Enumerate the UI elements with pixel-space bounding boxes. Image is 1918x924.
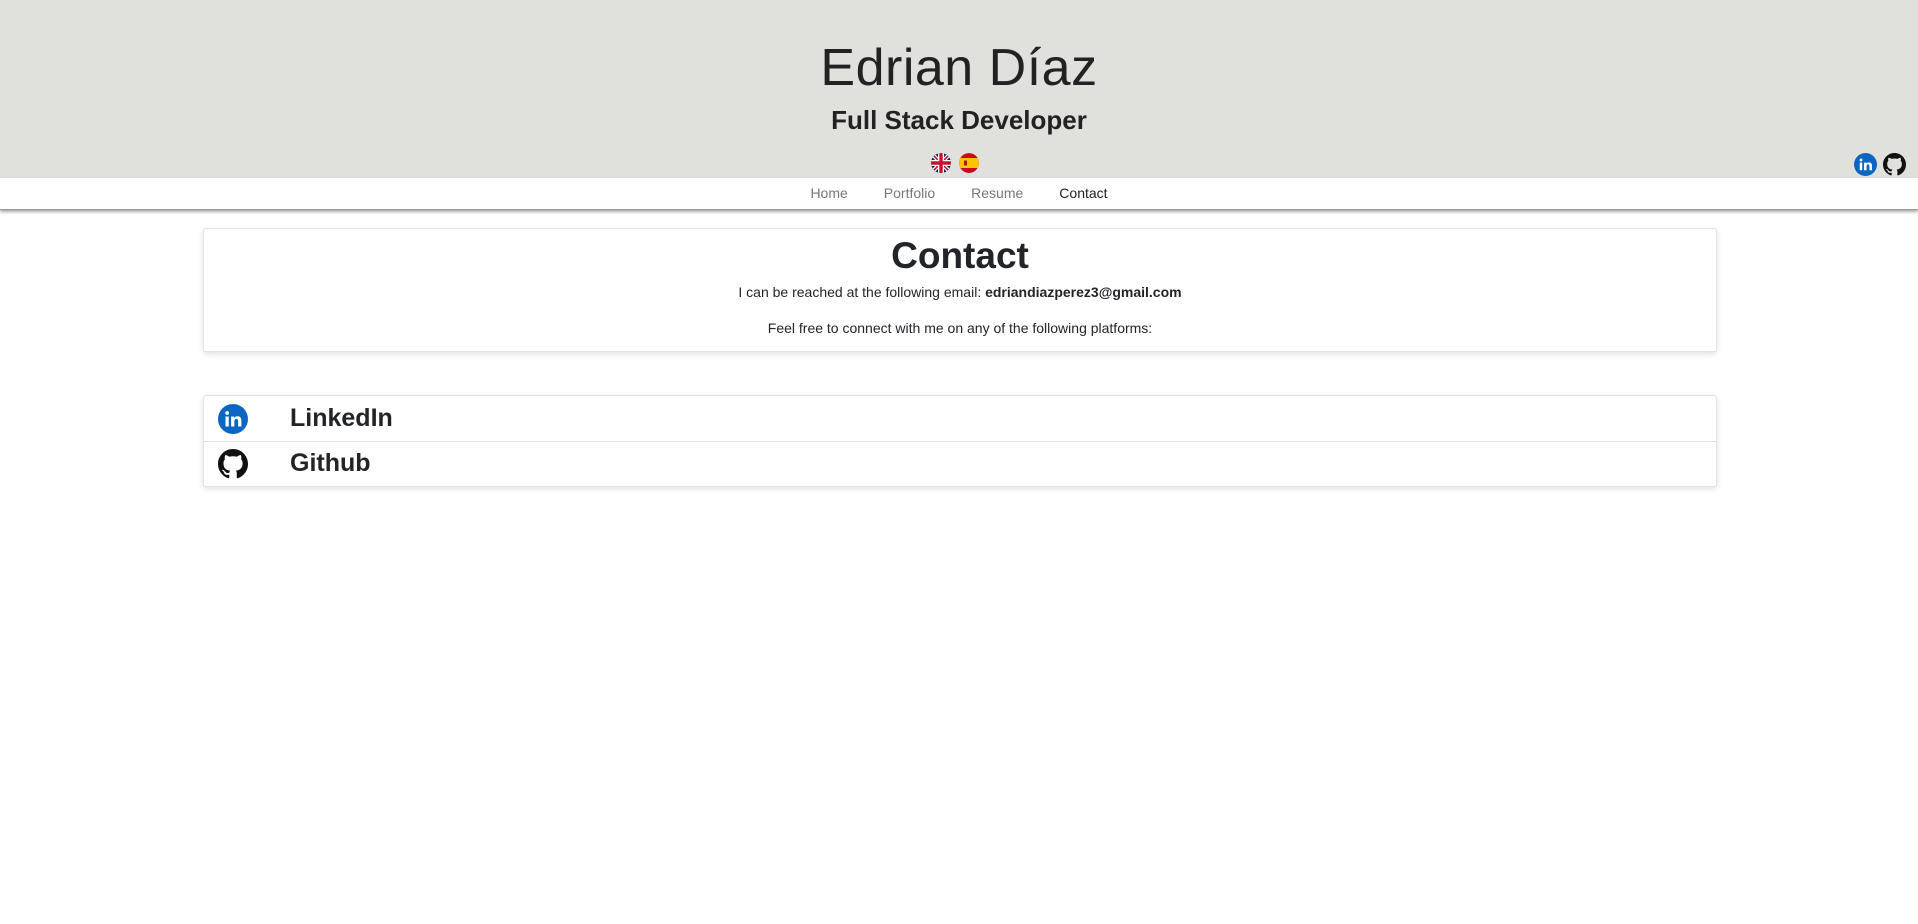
- linkedin-icon: [218, 403, 248, 434]
- nav-home[interactable]: Home: [792, 178, 865, 209]
- email-address: edriandiazperez3@gmail.com: [985, 284, 1182, 300]
- platform-github[interactable]: Github: [204, 441, 1716, 486]
- platforms-text: Feel free to connect with me on any of t…: [767, 320, 1153, 336]
- email-prefix: I can be reached at the following email:: [738, 284, 986, 300]
- platform-linkedin[interactable]: LinkedIn: [204, 396, 1716, 442]
- spain-flag-icon[interactable]: [959, 153, 979, 173]
- platforms-list: LinkedIn Github: [203, 395, 1717, 487]
- github-icon[interactable]: [1883, 153, 1906, 176]
- page-title: Contact: [891, 235, 1029, 276]
- site-role: Full Stack Developer: [831, 105, 1087, 135]
- platform-label: Github: [290, 449, 371, 477]
- email-line: I can be reached at the following email:…: [204, 283, 1716, 301]
- language-switcher: [931, 153, 979, 173]
- header-social-links: [1854, 153, 1906, 176]
- github-icon: [218, 448, 248, 479]
- platform-label: LinkedIn: [290, 404, 393, 432]
- contact-card: Contact I can be reached at the followin…: [203, 228, 1717, 352]
- site-header: Edrian Díaz Full Stack Developer: [0, 0, 1918, 178]
- site-name: Edrian Díaz: [820, 39, 1098, 97]
- linkedin-icon[interactable]: [1854, 153, 1877, 176]
- uk-flag-icon[interactable]: [931, 153, 951, 173]
- nav-resume[interactable]: Resume: [953, 178, 1041, 209]
- main-navbar: Home Portfolio Resume Contact: [0, 178, 1918, 210]
- nav-contact[interactable]: Contact: [1041, 178, 1125, 209]
- nav-portfolio[interactable]: Portfolio: [866, 178, 953, 209]
